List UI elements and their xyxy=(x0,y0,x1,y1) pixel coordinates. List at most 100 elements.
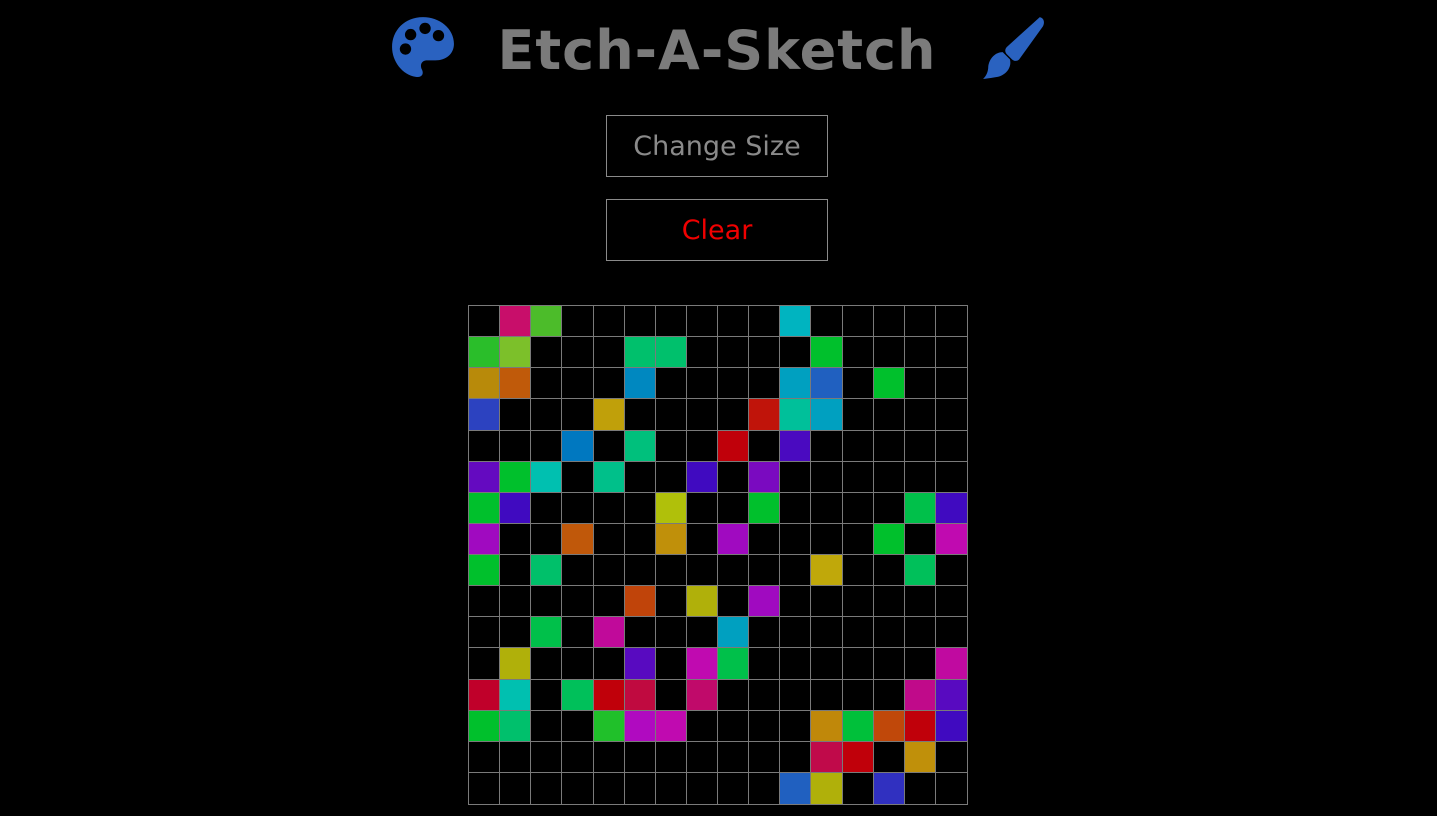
grid-cell[interactable] xyxy=(780,648,812,680)
grid-cell[interactable] xyxy=(811,555,843,587)
grid-cell[interactable] xyxy=(780,772,812,804)
grid-cell[interactable] xyxy=(686,430,718,462)
grid-cell[interactable] xyxy=(749,461,781,493)
grid-cell[interactable] xyxy=(562,772,594,804)
grid-cell[interactable] xyxy=(904,430,936,462)
grid-cell[interactable] xyxy=(624,492,656,524)
grid-cell[interactable] xyxy=(749,586,781,618)
grid-cell[interactable] xyxy=(624,430,656,462)
grid-cell[interactable] xyxy=(531,368,563,400)
grid-cell[interactable] xyxy=(935,523,967,555)
grid-cell[interactable] xyxy=(780,679,812,711)
grid-cell[interactable] xyxy=(469,430,501,462)
grid-cell[interactable] xyxy=(749,368,781,400)
grid-cell[interactable] xyxy=(811,461,843,493)
grid-cell[interactable] xyxy=(531,648,563,680)
grid-cell[interactable] xyxy=(780,617,812,649)
grid-cell[interactable] xyxy=(842,492,874,524)
grid-cell[interactable] xyxy=(531,679,563,711)
grid-cell[interactable] xyxy=(469,523,501,555)
grid-cell[interactable] xyxy=(811,368,843,400)
grid-cell[interactable] xyxy=(686,306,718,338)
grid-cell[interactable] xyxy=(469,368,501,400)
grid-cell[interactable] xyxy=(780,586,812,618)
grid-cell[interactable] xyxy=(593,337,625,369)
grid-cell[interactable] xyxy=(811,306,843,338)
grid-cell[interactable] xyxy=(842,430,874,462)
grid-cell[interactable] xyxy=(935,710,967,742)
grid-cell[interactable] xyxy=(655,492,687,524)
grid-cell[interactable] xyxy=(624,399,656,431)
grid-cell[interactable] xyxy=(562,741,594,773)
grid-cell[interactable] xyxy=(873,492,905,524)
grid-cell[interactable] xyxy=(593,461,625,493)
grid-cell[interactable] xyxy=(873,368,905,400)
grid-cell[interactable] xyxy=(531,430,563,462)
grid-cell[interactable] xyxy=(904,586,936,618)
grid-cell[interactable] xyxy=(780,368,812,400)
grid-cell[interactable] xyxy=(935,306,967,338)
grid-cell[interactable] xyxy=(655,430,687,462)
grid-cell[interactable] xyxy=(873,461,905,493)
grid-cell[interactable] xyxy=(842,461,874,493)
grid-cell[interactable] xyxy=(593,306,625,338)
grid-cell[interactable] xyxy=(469,772,501,804)
grid-cell[interactable] xyxy=(718,306,750,338)
grid-cell[interactable] xyxy=(500,586,532,618)
grid-cell[interactable] xyxy=(624,523,656,555)
grid-cell[interactable] xyxy=(718,555,750,587)
grid-cell[interactable] xyxy=(842,648,874,680)
clear-button[interactable]: Clear xyxy=(606,199,828,261)
grid-cell[interactable] xyxy=(811,492,843,524)
grid-cell[interactable] xyxy=(873,306,905,338)
grid-cell[interactable] xyxy=(904,492,936,524)
grid-cell[interactable] xyxy=(904,306,936,338)
grid-cell[interactable] xyxy=(935,368,967,400)
grid-cell[interactable] xyxy=(811,617,843,649)
grid-cell[interactable] xyxy=(935,462,967,493)
grid-cell[interactable] xyxy=(686,399,718,431)
grid-cell[interactable] xyxy=(656,772,687,804)
grid-cell[interactable] xyxy=(686,648,718,680)
grid-cell[interactable] xyxy=(624,679,656,711)
grid-cell[interactable] xyxy=(811,648,843,680)
grid-cell[interactable] xyxy=(500,741,532,773)
grid-cell[interactable] xyxy=(935,431,967,462)
grid-cell[interactable] xyxy=(749,555,781,587)
grid-cell[interactable] xyxy=(469,586,501,618)
grid-cell[interactable] xyxy=(780,430,812,462)
grid-cell[interactable] xyxy=(935,679,967,711)
grid-cell[interactable] xyxy=(624,337,656,369)
grid-cell[interactable] xyxy=(500,368,532,400)
grid-cell[interactable] xyxy=(873,399,905,431)
grid-cell[interactable] xyxy=(842,368,874,400)
grid-cell[interactable] xyxy=(780,741,812,773)
grid-cell[interactable] xyxy=(562,586,594,618)
grid-cell[interactable] xyxy=(686,523,718,555)
grid-cell[interactable] xyxy=(811,741,843,773)
grid-cell[interactable] xyxy=(718,741,750,773)
grid-cell[interactable] xyxy=(780,492,812,524)
grid-cell[interactable] xyxy=(811,523,843,555)
grid-cell[interactable] xyxy=(531,710,563,742)
grid-cell[interactable] xyxy=(655,555,687,587)
grid-cell[interactable] xyxy=(904,461,936,493)
grid-cell[interactable] xyxy=(593,555,625,587)
grid-cell[interactable] xyxy=(842,679,874,711)
grid-cell[interactable] xyxy=(905,772,936,804)
grid-cell[interactable] xyxy=(811,710,843,742)
grid-cell[interactable] xyxy=(842,617,874,649)
grid-cell[interactable] xyxy=(780,710,812,742)
grid-cell[interactable] xyxy=(749,337,781,369)
grid-cell[interactable] xyxy=(904,617,936,649)
grid-cell[interactable] xyxy=(873,772,905,804)
grid-cell[interactable] xyxy=(624,555,656,587)
grid-cell[interactable] xyxy=(873,555,905,587)
grid-cell[interactable] xyxy=(749,741,781,773)
grid-cell[interactable] xyxy=(935,399,967,431)
grid-cell[interactable] xyxy=(873,679,905,711)
grid-cell[interactable] xyxy=(593,710,625,742)
grid-cell[interactable] xyxy=(780,399,812,431)
grid-cell[interactable] xyxy=(873,430,905,462)
grid-cell[interactable] xyxy=(842,523,874,555)
